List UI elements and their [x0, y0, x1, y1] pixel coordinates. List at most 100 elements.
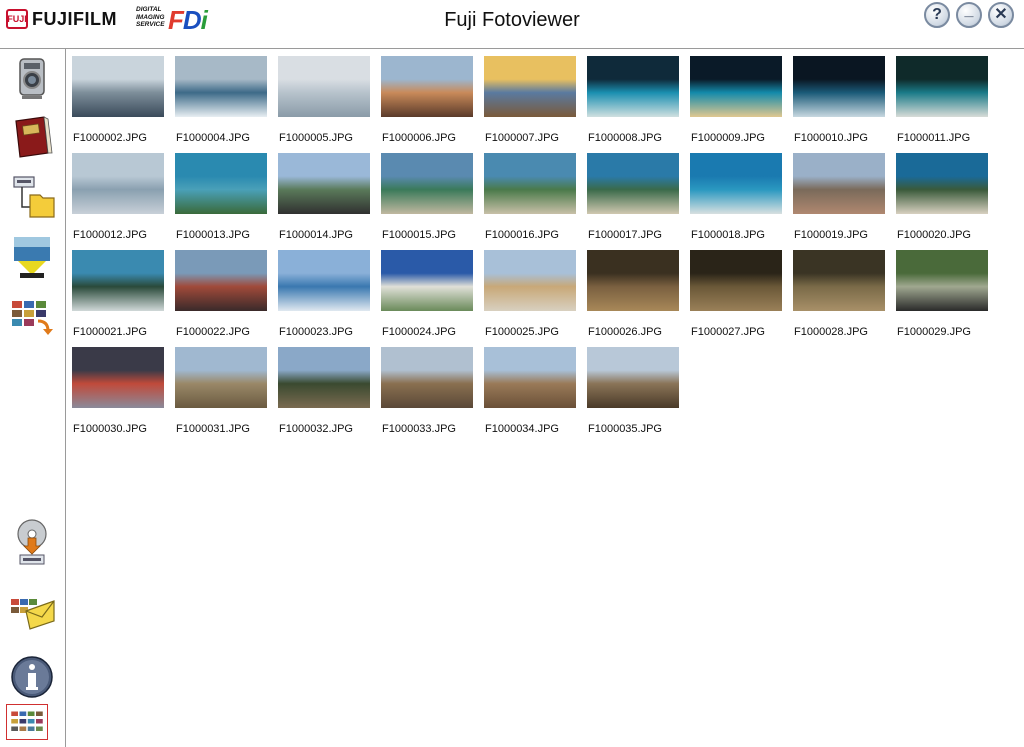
photo-image[interactable] [72, 153, 164, 214]
photo-filename: F1000018.JPG [691, 229, 765, 241]
photo-filename: F1000007.JPG [485, 132, 559, 144]
photo-thumbnail[interactable]: F1000013.JPG [175, 153, 267, 241]
photo-image[interactable] [690, 250, 782, 311]
sidebar-item-info[interactable] [6, 651, 58, 703]
photo-image[interactable] [72, 250, 164, 311]
photo-thumbnail[interactable]: F1000031.JPG [175, 347, 267, 435]
photo-image[interactable] [793, 56, 885, 117]
photo-filename: F1000020.JPG [897, 229, 971, 241]
photo-image[interactable] [278, 250, 370, 311]
photo-thumbnail[interactable]: F1000009.JPG [690, 56, 782, 144]
photo-image[interactable] [484, 56, 576, 117]
photo-filename: F1000021.JPG [73, 326, 147, 338]
photo-thumbnail[interactable]: F1000006.JPG [381, 56, 473, 144]
photo-image[interactable] [72, 347, 164, 408]
sidebar-item-thumbnail-view[interactable] [6, 704, 48, 740]
photo-image[interactable] [278, 347, 370, 408]
photo-thumbnail[interactable]: F1000014.JPG [278, 153, 370, 241]
photo-thumbnail[interactable]: F1000011.JPG [896, 56, 988, 144]
photo-image[interactable] [896, 153, 988, 214]
photo-image[interactable] [175, 250, 267, 311]
help-icon: ? [932, 6, 942, 23]
photo-image[interactable] [278, 153, 370, 214]
photo-image[interactable] [381, 250, 473, 311]
photo-thumbnail[interactable]: F1000008.JPG [587, 56, 679, 144]
photo-thumbnail[interactable]: F1000029.JPG [896, 250, 988, 338]
close-button[interactable]: ✕ [988, 2, 1014, 28]
photo-thumbnail[interactable]: F1000016.JPG [484, 153, 576, 241]
photo-thumbnail[interactable]: F1000019.JPG [793, 153, 885, 241]
help-button[interactable]: ? [924, 2, 950, 28]
photo-thumbnail[interactable]: F1000032.JPG [278, 347, 370, 435]
photo-thumbnail[interactable]: F1000021.JPG [72, 250, 164, 338]
sidebar-item-email[interactable] [6, 585, 58, 637]
photo-filename: F1000019.JPG [794, 229, 868, 241]
photo-filename: F1000002.JPG [73, 132, 147, 144]
photo-filename: F1000004.JPG [176, 132, 250, 144]
photo-image[interactable] [587, 153, 679, 214]
photo-image[interactable] [175, 153, 267, 214]
photo-image[interactable] [381, 153, 473, 214]
photo-thumbnail[interactable]: F1000026.JPG [587, 250, 679, 338]
title-bar: FUJI FUJIFILM DIGITAL IMAGING SERVICE FD… [0, 0, 1024, 48]
photo-image[interactable] [484, 347, 576, 408]
photo-thumbnail[interactable]: F1000025.JPG [484, 250, 576, 338]
photo-image[interactable] [175, 347, 267, 408]
photo-filename: F1000025.JPG [485, 326, 559, 338]
photo-image[interactable] [587, 347, 679, 408]
photo-image[interactable] [381, 56, 473, 117]
photo-thumbnail[interactable]: F1000007.JPG [484, 56, 576, 144]
photo-thumbnail[interactable]: F1000015.JPG [381, 153, 473, 241]
photo-image[interactable] [793, 250, 885, 311]
photo-image[interactable] [278, 56, 370, 117]
photo-image[interactable] [587, 56, 679, 117]
photo-image[interactable] [587, 250, 679, 311]
photo-filename: F1000029.JPG [897, 326, 971, 338]
photo-filename: F1000014.JPG [279, 229, 353, 241]
sidebar-item-photo-album[interactable] [6, 111, 58, 163]
photo-thumbnail[interactable]: F1000028.JPG [793, 250, 885, 338]
photo-thumbnail[interactable]: F1000010.JPG [793, 56, 885, 144]
photo-thumbnail[interactable]: F1000012.JPG [72, 153, 164, 241]
photo-image[interactable] [793, 153, 885, 214]
photo-thumbnail[interactable]: F1000023.JPG [278, 250, 370, 338]
photo-filename: F1000028.JPG [794, 326, 868, 338]
minimize-button[interactable]: _ [956, 2, 982, 28]
photo-thumbnail[interactable]: F1000024.JPG [381, 250, 473, 338]
camera-icon [19, 58, 45, 99]
sidebar [0, 49, 66, 747]
sidebar-item-camera[interactable] [6, 52, 58, 104]
photo-filename: F1000017.JPG [588, 229, 662, 241]
photo-image[interactable] [484, 250, 576, 311]
photo-filename: F1000015.JPG [382, 229, 456, 241]
photo-thumbnail[interactable]: F1000005.JPG [278, 56, 370, 144]
cd-download-icon [17, 519, 47, 565]
photo-thumbnail[interactable]: F1000027.JPG [690, 250, 782, 338]
photo-image[interactable] [690, 153, 782, 214]
photo-image[interactable] [381, 347, 473, 408]
photo-thumbnail[interactable]: F1000022.JPG [175, 250, 267, 338]
photo-thumbnail[interactable]: F1000002.JPG [72, 56, 164, 144]
email-images-icon [11, 599, 55, 630]
photo-image[interactable] [896, 250, 988, 311]
sidebar-item-rotate[interactable] [6, 289, 58, 341]
photo-thumbnail[interactable]: F1000035.JPG [587, 347, 679, 435]
sidebar-item-cd-download[interactable] [6, 516, 58, 568]
photo-image[interactable] [896, 56, 988, 117]
photo-image[interactable] [72, 56, 164, 117]
photo-image[interactable] [175, 56, 267, 117]
photo-filename: F1000022.JPG [176, 326, 250, 338]
photo-thumbnail[interactable]: F1000017.JPG [587, 153, 679, 241]
photo-image[interactable] [690, 56, 782, 117]
photo-filename: F1000010.JPG [794, 132, 868, 144]
photo-thumbnail[interactable]: F1000004.JPG [175, 56, 267, 144]
sidebar-item-slideshow[interactable] [6, 231, 58, 283]
photo-thumbnail[interactable]: F1000020.JPG [896, 153, 988, 241]
photo-image[interactable] [484, 153, 576, 214]
sidebar-item-export-folder[interactable] [6, 171, 58, 223]
photo-thumbnail[interactable]: F1000033.JPG [381, 347, 473, 435]
photo-thumbnail[interactable]: F1000034.JPG [484, 347, 576, 435]
info-icon [11, 656, 53, 698]
photo-thumbnail[interactable]: F1000030.JPG [72, 347, 164, 435]
photo-thumbnail[interactable]: F1000018.JPG [690, 153, 782, 241]
